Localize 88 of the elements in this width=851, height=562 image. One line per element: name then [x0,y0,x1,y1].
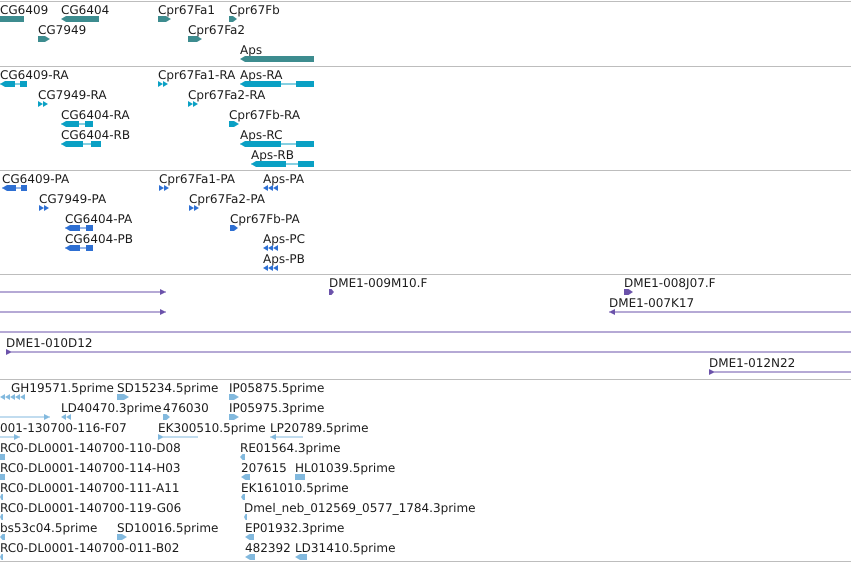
feature-label: SD10016.5prime [117,521,218,535]
feature-glyph[interactable] [240,55,314,63]
feature-label: EK161010.5prime [241,481,349,495]
feature-label: RC0-DL0001-140700-011-B02 [0,541,180,555]
feature-label: CG6409-PA [2,172,70,186]
feature-glyph[interactable] [189,204,201,212]
feature-glyph[interactable] [61,120,93,128]
feature-label: Aps-PB [263,252,305,266]
feature-label: IP05875.5prime [229,381,324,395]
feature-label: LD31410.5prime [295,541,396,555]
feature-glyph[interactable] [0,80,27,88]
feature-label: Cpr67Fa2-RA [188,88,266,102]
feature-glyph[interactable] [0,288,166,296]
feature-label: GH19571.5prime [11,381,114,395]
feature-label: CG6404-PA [65,212,132,226]
feature-glyph[interactable] [61,15,99,23]
feature-label: LP20789.5prime [270,421,369,435]
feature-glyph[interactable] [329,288,334,296]
feature-label: Dmel_neb_012569_0577_1784.3prime [244,501,476,515]
feature-label: CG6409-RA [0,68,69,82]
feature-label: CG6409 [0,3,48,17]
feature-label: CG7949-PA [39,192,106,206]
feature-label: DME1-010D12 [6,336,93,350]
feature-glyph[interactable] [38,100,50,108]
feature-label: Cpr67Fa1 [158,3,215,17]
feature-label: SD15234.5prime [117,381,218,395]
feature-label: Aps-PC [263,232,306,246]
feature-label: CG6404-RA [61,108,130,122]
feature-label: RC0-DL0001-140700-114-H03 [0,461,181,475]
feature-glyph[interactable] [240,140,314,148]
feature-label: CG6404-RB [61,128,130,142]
feature-label: RC0-DL0001-140700-119-G06 [0,501,182,515]
feature-glyph[interactable] [6,348,851,356]
feature-glyph[interactable] [240,80,314,88]
feature-glyph[interactable] [624,288,633,296]
feature-glyph[interactable] [159,184,169,192]
feature-label: CG6404 [61,3,110,17]
feature-glyph[interactable] [229,15,237,23]
feature-glyph[interactable] [65,244,93,252]
feature-label: bs53c04.5prime [0,521,98,535]
feature-glyph[interactable] [65,224,93,232]
feature-label: RC0-DL0001-140700-110-D08 [0,441,181,455]
feature-label: LD40470.3prime [61,401,162,415]
feature-label: EK300510.5prime [158,421,266,435]
feature-glyph[interactable] [263,264,278,272]
feature-label: Aps-RA [240,68,282,82]
feature-glyph[interactable] [2,184,27,192]
feature-label: Cpr67Fb [229,3,280,17]
feature-label: Aps-RC [240,128,283,142]
feature-label: DME1-009M10.F [329,276,428,290]
feature-label: Aps [240,43,262,57]
feature-label: IP05975.3prime [229,401,324,415]
feature-label: 001-130700-116-F07 [0,421,127,435]
feature-label: EP01932.3prime [245,521,344,535]
feature-glyph[interactable] [709,368,851,376]
feature-glyph[interactable] [229,120,239,128]
feature-label: CG7949-RA [38,88,107,102]
feature-label: RC0-DL0001-140700-111-A11 [0,481,180,495]
feature-glyph[interactable] [251,160,314,168]
feature-label: Cpr67Fb-PA [230,212,300,226]
feature-glyph[interactable] [609,308,851,316]
feature-glyph[interactable] [263,184,278,192]
feature-glyph[interactable] [61,140,101,148]
feature-label: Aps-PA [263,172,304,186]
feature-label: Cpr67Fb-RA [229,108,300,122]
feature-label: DME1-008J07.F [624,276,716,290]
feature-label: 207615 [241,461,287,475]
feature-label: Cpr67Fa2-PA [189,192,265,206]
feature-glyph[interactable] [0,15,24,23]
feature-label: RE01564.3prime [240,441,340,455]
feature-label: Cpr67Fa1-RA [158,68,236,82]
feature-label: CG6404-PB [65,232,134,246]
feature-label: 476030 [163,401,209,415]
feature-label: HL01039.5prime [295,461,396,475]
feature-label: DME1-012N22 [709,356,796,370]
feature-glyph[interactable] [0,308,166,316]
feature-label: Aps-RB [251,148,294,162]
feature-glyph[interactable] [230,224,238,232]
feature-label: Cpr67Fa1-PA [159,172,235,186]
feature-glyph[interactable] [38,35,50,43]
feature-label: DME1-007K17 [609,296,694,310]
feature-label: Cpr67Fa2 [188,23,245,37]
feature-glyph[interactable] [158,15,171,23]
feature-glyph[interactable] [263,244,278,252]
feature-glyph[interactable] [188,35,202,43]
feature-glyph[interactable] [39,204,49,212]
feature-label: CG7949 [38,23,86,37]
feature-label: 482392 [245,541,291,555]
